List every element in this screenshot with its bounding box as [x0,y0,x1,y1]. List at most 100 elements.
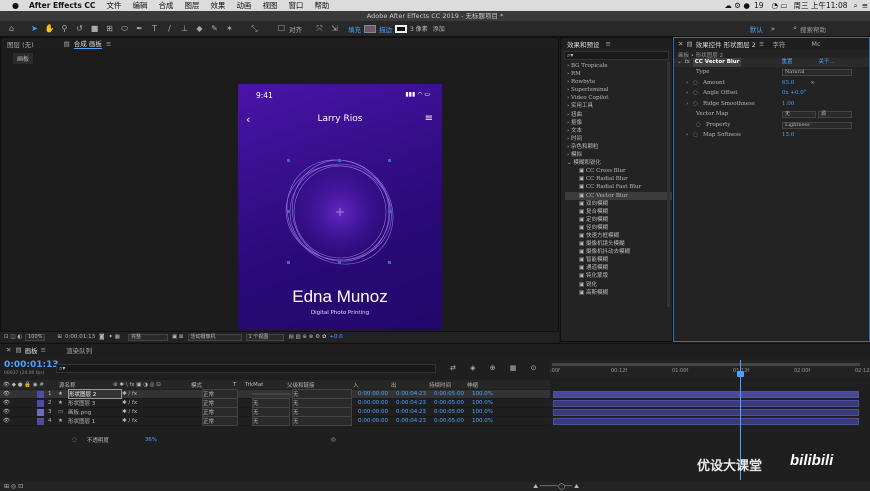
effects-list-item[interactable]: ▣ 通道模糊 [565,264,672,272]
layer-row[interactable]: 👁 4 ★ 形状图层 1 ✱ / fx 正常 无无 0:00:00:00 0:00:04:23 0… [0,416,550,426]
opacity-stopwatch-icon[interactable]: ◌ [72,437,77,443]
effects-list-item[interactable]: ▣ 快速方框模糊 [565,232,672,240]
stretch[interactable]: 100.0% [472,391,502,397]
visibility-eye-icon[interactable]: 👁 [3,409,13,415]
rotate-tool-icon[interactable]: ↺ [74,23,85,34]
effects-list-item[interactable]: ▣ 双向模糊 [565,200,672,208]
effects-list-item[interactable]: ▣ CC Vector Blur [565,191,672,200]
transparency-icons[interactable]: ▣ ⊠ [172,334,184,340]
effects-list-item[interactable]: › BG Tropicale [565,62,672,70]
property-dropdown[interactable]: Lightness [782,121,852,129]
layer-duration-bar[interactable] [553,400,859,407]
lock-icon[interactable]: ▤ [64,40,70,48]
workspace-menu-icon[interactable]: » [771,25,775,33]
effects-list-item[interactable]: ▣ 复合模糊 [565,208,672,216]
stroke-swatch[interactable] [395,24,407,33]
align-label[interactable]: 对齐 [289,24,302,34]
menu-view[interactable]: 视图 [262,0,277,11]
in-point[interactable]: 0:00:00:00 [358,391,396,397]
tl-search[interactable]: ⌕▾ [56,364,436,373]
layer-number[interactable]: 1 [48,391,58,397]
duration[interactable]: 0:00:05:00 [434,400,472,406]
effects-tab-menu-icon[interactable]: ≡ [606,40,611,48]
viewer-extra-icons[interactable]: ▤ ▥ ⊕ ⊗ ⚙ ✿ [289,334,327,340]
camera-dropdown[interactable]: 活动摄像机 [187,333,242,341]
effects-list-item[interactable]: › 扭曲 [565,111,672,119]
type-dropdown[interactable]: Natural [782,69,852,76]
pan-behind-tool-icon[interactable]: ⊞ [104,23,115,34]
menu-help[interactable]: 帮助 [314,0,329,11]
trkmat-dropdown[interactable] [252,393,290,395]
reset-link[interactable]: 重置 [781,58,792,67]
effects-search[interactable]: ⌕▾ [564,51,669,60]
parent-dropdown[interactable]: 无 [292,416,352,426]
time-ruler[interactable]: :00f00:12f01:00f01:12f02:00f02:12f [550,360,870,378]
ec-close-icon[interactable]: ✕ [678,40,683,48]
layer-type-icon[interactable]: ★ [58,418,68,424]
effects-list-item[interactable]: ▣ 摄像机镜头模糊 [565,240,672,248]
trkmat-dropdown[interactable]: 无 [252,416,290,426]
label-color-swatch[interactable] [37,408,44,416]
link-icon[interactable]: ∞ [810,78,815,89]
snap-icon-b[interactable]: ⇲ [329,23,340,34]
effects-list-item[interactable]: ▣ 智能模糊 [565,256,672,264]
effects-list-item[interactable]: › 实用工具 [565,102,672,110]
amount-value[interactable]: 65.0 [782,78,794,89]
clone-tool-icon[interactable]: ⊥ [179,23,190,34]
effects-list-item[interactable]: ▣ CC Cross Blur [565,167,672,175]
layer-number[interactable]: 4 [48,418,58,424]
help-search-input[interactable]: 搜索帮助 [800,24,870,34]
tl-zoom-slider[interactable]: ⛰ ─────◯── ⛰ [533,483,579,491]
expand-icon[interactable]: › [686,99,693,110]
layer-name[interactable]: 画板.png [68,408,122,416]
effects-list-item[interactable]: › Superluminal [565,86,672,94]
col-parent[interactable]: 父级和链接 [287,381,353,389]
pen-tool-icon[interactable]: ✒ [134,23,145,34]
tab-layer[interactable]: 图层 (无) [7,39,34,49]
effects-list-item[interactable]: ▣ 钝化蒙版 [565,272,672,280]
stopwatch-icon[interactable]: ◌ [696,120,706,131]
app-menu[interactable]: After Effects CC [29,1,95,10]
duration[interactable]: 0:00:05:00 [434,409,472,415]
effects-list-item[interactable]: › 杂色和颗粒 [565,143,672,151]
layer-switch-icons[interactable]: ✱ / fx [122,391,202,397]
label-color-swatch[interactable] [37,417,44,425]
snap-checkbox-icon[interactable]: ☐ [276,23,287,34]
ec-lock-icon[interactable]: ▤ [686,40,692,48]
effects-list-item[interactable]: ▣ 摄像机抖动去模糊 [565,248,672,256]
effects-list-item[interactable]: ▣ 径向模糊 [565,224,672,232]
tl-close-icon[interactable]: ✕ [6,346,11,354]
grid-toggle-icon[interactable]: ⊡ ◫ ◐ [4,334,22,340]
region-icon[interactable]: ⊞ [57,334,62,340]
stretch[interactable]: 100.0% [472,409,502,415]
effects-list-item[interactable]: › RM [565,70,672,78]
stopwatch-icon[interactable]: ◌ [693,88,703,99]
color-icons[interactable]: ✦ ▦ [108,334,120,340]
label-color-swatch[interactable] [37,390,44,398]
in-point[interactable]: 0:00:00:00 [358,409,396,415]
fill-label[interactable]: 填充 [348,24,361,34]
stopwatch-icon[interactable]: ◌ [693,130,703,141]
tl-lock-icon[interactable]: ▤ [15,346,21,354]
fx-badge[interactable]: fx [685,58,690,67]
duration[interactable]: 0:00:05:00 [434,391,472,397]
out-point[interactable]: 0:00:04:23 [396,400,434,406]
layer-name[interactable]: 形状图层 3 [68,399,122,407]
playhead-handle[interactable] [737,371,744,377]
exposure-value[interactable]: +0.0 [329,334,342,340]
layer-name[interactable]: 形状图层 1 [68,417,122,425]
hand-tool-icon[interactable]: ✋ [44,23,55,34]
in-point[interactable]: 0:00:00:00 [358,400,396,406]
layer-switch-icons[interactable]: ✱ / fx [122,400,202,406]
menu-effect[interactable]: 效果 [210,0,225,11]
ec-tab-menu-icon[interactable]: ≡ [759,40,764,48]
fill-swatch[interactable] [364,24,376,33]
selection-tool-icon[interactable]: ➤ [29,23,40,34]
expand-icon[interactable]: › [686,88,693,99]
shape-tool-icon[interactable]: ⬭ [119,23,130,34]
menu-layer[interactable]: 图层 [184,0,199,11]
roto-tool-icon[interactable]: ✎ [209,23,220,34]
layer-type-icon[interactable]: ★ [58,400,68,406]
in-point[interactable]: 0:00:00:00 [358,418,396,424]
effects-list-item[interactable]: ▣ 高斯模糊 [565,289,672,297]
